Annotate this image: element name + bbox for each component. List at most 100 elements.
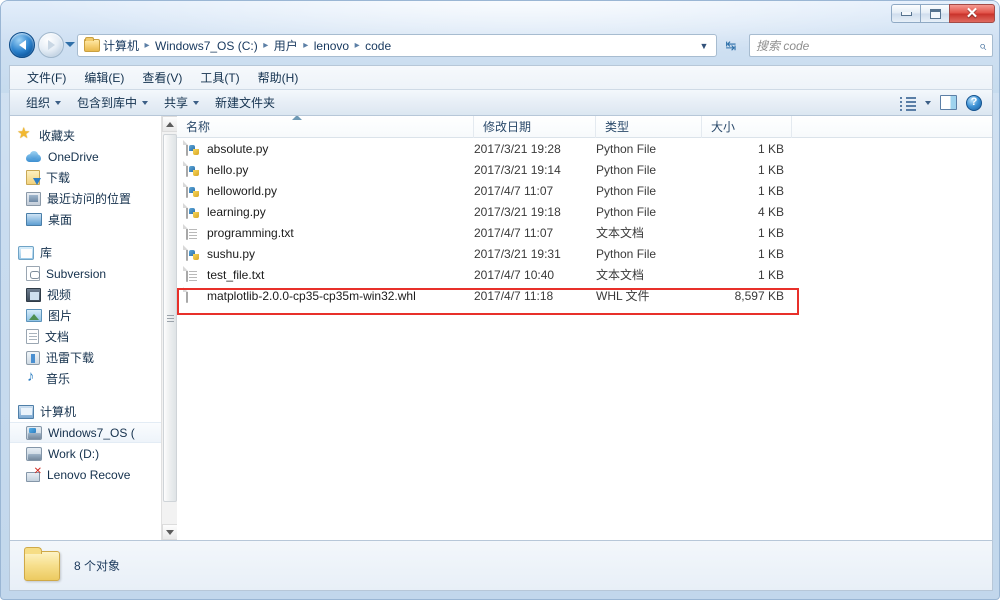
refresh-button[interactable]: ↹ [719,34,743,57]
nav-group-computer[interactable]: 计算机 [10,401,177,422]
organize-button[interactable]: 组织 [18,91,69,114]
sidebar-item-documents[interactable]: 文档 [10,326,177,347]
column-header-date[interactable]: 修改日期 [474,116,596,138]
file-type: Python File [596,183,657,198]
table-row[interactable]: hello.py 2017/3/21 19:14 Python File 1 K… [177,159,992,180]
menu-item-file[interactable]: 文件(F) [18,67,75,88]
scroll-up-button[interactable] [162,116,177,132]
thunder-download-icon [26,350,40,365]
table-row[interactable]: absolute.py 2017/3/21 19:28 Python File … [177,138,992,159]
table-row[interactable]: learning.py 2017/3/21 19:18 Python File … [177,201,992,222]
file-name-cell: hello.py [177,160,474,178]
breadcrumb-item-3[interactable]: lenovo [313,39,350,53]
navigation-scrollbar[interactable] [161,116,177,540]
python-file-icon [186,160,200,178]
file-type: Python File [596,162,657,177]
python-file-icon [186,244,200,262]
menu-item-edit[interactable]: 编辑(E) [75,67,133,88]
sidebar-item-thunder-download[interactable]: 迅雷下载 [10,347,177,368]
refresh-icon: ↹ [725,37,737,53]
python-file-icon [186,202,200,220]
sidebar-item-label: Subversion [46,266,107,281]
nav-group-computer-label: 计算机 [40,405,77,419]
nav-group-favorites-label: 收藏夹 [39,129,76,143]
video-icon [26,287,41,302]
scrollbar-thumb[interactable] [163,134,177,502]
sidebar-item-label: Windows7_OS ( [48,425,135,440]
table-row[interactable]: matplotlib-2.0.0-cp35-cp35m-win32.whl 20… [177,285,992,306]
file-type: 文本文档 [596,268,645,282]
music-icon [26,368,40,386]
sidebar-item-downloads[interactable]: 下载 [10,167,177,188]
address-bar[interactable]: 计算机 ▸ Windows7_OS (C:) ▸ 用户 ▸ lenovo ▸ c… [77,34,717,57]
scroll-down-button[interactable] [162,524,177,540]
sidebar-item-subversion[interactable]: Subversion [10,263,177,284]
sidebar-item-videos[interactable]: 视频 [10,284,177,305]
breadcrumb-item-0[interactable]: 计算机 [102,37,140,54]
sidebar-item-desktop[interactable]: 桌面 [10,209,177,230]
sidebar-item-work-d[interactable]: Work (D:) [10,443,177,464]
command-bar-right: ? [899,94,992,111]
navigation-pane: 收藏夹 OneDrive 下载 最近访问的位置 桌面 [10,116,177,540]
include-in-library-label: 包含到库中 [77,96,138,110]
include-in-library-button[interactable]: 包含到库中 [69,91,156,114]
text-file-icon [186,223,200,241]
nav-group-libraries[interactable]: 库 [10,242,177,263]
recent-pages-dropdown-icon[interactable] [65,42,75,47]
sidebar-item-onedrive[interactable]: OneDrive [10,146,177,167]
back-button[interactable] [9,32,35,58]
sidebar-item-label: 音乐 [46,372,71,386]
breadcrumb-item-1[interactable]: Windows7_OS (C:) [154,39,259,53]
sidebar-item-music[interactable]: 音乐 [10,368,177,389]
chevron-down-icon[interactable]: ▼ [696,41,712,51]
sidebar-item-recent-places[interactable]: 最近访问的位置 [10,188,177,209]
search-input[interactable]: 搜索 code [756,37,979,54]
minimize-button[interactable] [891,4,920,23]
file-size: 1 KB [757,141,784,156]
content-area: 收藏夹 OneDrive 下载 最近访问的位置 桌面 [9,116,993,541]
column-header-type-label: 类型 [605,120,630,134]
file-date: 2017/4/7 11:07 [474,183,554,198]
file-type: 文本文档 [596,226,645,240]
table-row[interactable]: programming.txt 2017/4/7 11:07 文本文档 1 KB [177,222,992,243]
file-date: 2017/3/21 19:28 [474,141,561,156]
sidebar-item-windows7-os[interactable]: Windows7_OS ( [10,422,177,443]
new-folder-button[interactable]: 新建文件夹 [207,91,283,114]
harddisk-icon [26,446,42,461]
table-row[interactable]: sushu.py 2017/3/21 19:31 Python File 1 K… [177,243,992,264]
maximize-button[interactable] [920,4,949,23]
column-header-size-label: 大小 [711,120,736,134]
status-item-count: 8 个对象 [74,559,121,573]
title-bar: ✕ [1,1,999,27]
menu-item-view[interactable]: 查看(V) [133,67,191,88]
close-button[interactable]: ✕ [949,4,995,23]
desktop-icon [26,213,42,226]
chevron-up-icon [166,121,174,127]
navigation-tree: 收藏夹 OneDrive 下载 最近访问的位置 桌面 [10,116,177,485]
forward-button[interactable] [38,32,64,58]
file-size: 4 KB [757,204,784,219]
column-header-name[interactable]: 名称 [177,116,474,138]
scrollbar-grip [166,313,174,324]
breadcrumb-item-2[interactable]: 用户 [273,37,299,54]
nav-group-favorites[interactable]: 收藏夹 [10,124,177,146]
search-box[interactable]: 搜索 code ⌕ [749,34,993,57]
column-header-size[interactable]: 大小 [702,116,792,138]
menu-item-help[interactable]: 帮助(H) [249,67,308,88]
share-button[interactable]: 共享 [156,91,207,114]
sidebar-item-label: OneDrive [48,149,99,164]
column-header-type[interactable]: 类型 [596,116,702,138]
sort-ascending-icon [292,116,302,120]
table-row[interactable]: test_file.txt 2017/4/7 10:40 文本文档 1 KB [177,264,992,285]
table-row[interactable]: helloworld.py 2017/4/7 11:07 Python File… [177,180,992,201]
downloads-icon [26,170,41,185]
help-icon[interactable]: ? [966,94,982,111]
breadcrumb-item-4[interactable]: code [364,39,392,53]
chevron-down-icon[interactable] [925,100,931,105]
file-size: 1 KB [757,162,784,177]
menu-item-tools[interactable]: 工具(T) [191,67,248,88]
sidebar-item-lenovo-recovery[interactable]: Lenovo Recove [10,464,177,485]
change-view-icon[interactable] [899,96,916,111]
preview-pane-icon[interactable] [940,95,957,110]
sidebar-item-pictures[interactable]: 图片 [10,305,177,326]
